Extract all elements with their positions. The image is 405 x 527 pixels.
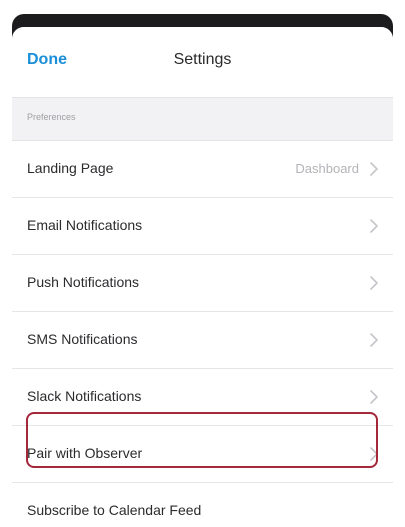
row-sms-notifications[interactable]: SMS Notifications [12, 312, 393, 369]
row-label: Pair with Observer [27, 445, 143, 461]
row-label: Landing Page [27, 160, 114, 176]
page-title: Settings [173, 51, 232, 68]
row-label: Slack Notifications [27, 388, 142, 404]
screen: Done Settings Preferences Landing Page D… [0, 0, 405, 527]
row-label: SMS Notifications [27, 331, 138, 347]
chevron-right-icon [370, 447, 378, 461]
row-email-notifications[interactable]: Email Notifications [12, 198, 393, 255]
row-landing-page[interactable]: Landing Page Dashboard [12, 141, 393, 198]
chevron-right-icon [370, 276, 378, 290]
nav-bar: Done Settings [12, 27, 393, 98]
section-header-label: Preferences [27, 112, 76, 122]
row-subscribe-to-calendar-feed[interactable]: Subscribe to Calendar Feed [12, 483, 393, 527]
chevron-right-icon [370, 390, 378, 404]
row-slack-notifications[interactable]: Slack Notifications [12, 369, 393, 426]
settings-sheet: Done Settings Preferences Landing Page D… [12, 27, 393, 527]
row-value: Dashboard [295, 161, 359, 176]
row-pair-with-observer[interactable]: Pair with Observer [12, 426, 393, 483]
chevron-right-icon [370, 333, 378, 347]
section-header-preferences: Preferences [12, 98, 393, 141]
chevron-right-icon [370, 219, 378, 233]
row-label: Subscribe to Calendar Feed [27, 502, 202, 518]
row-label: Email Notifications [27, 217, 143, 233]
row-push-notifications[interactable]: Push Notifications [12, 255, 393, 312]
row-label: Push Notifications [27, 274, 140, 290]
chevron-right-icon [370, 162, 378, 176]
